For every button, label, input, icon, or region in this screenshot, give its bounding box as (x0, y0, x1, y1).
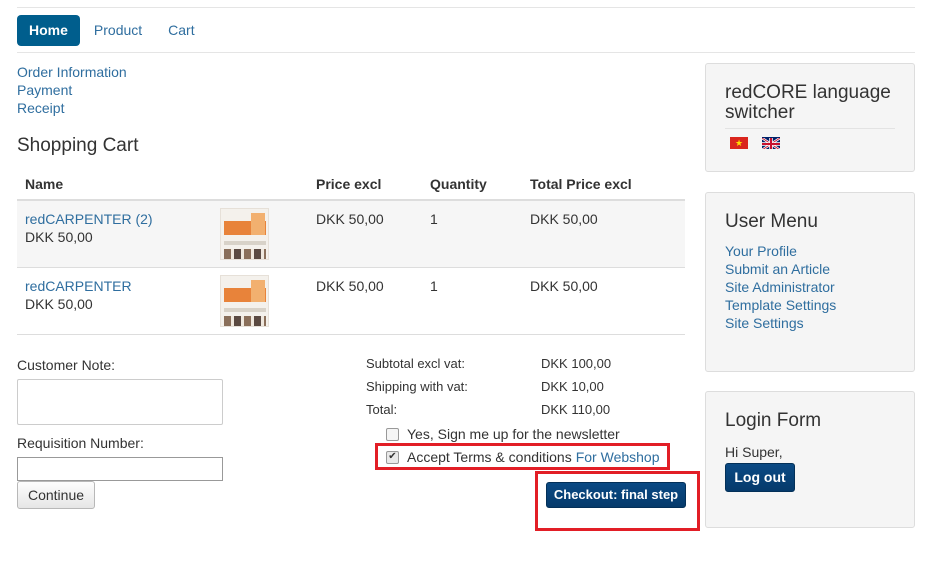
header-price: Price excl (316, 175, 382, 192)
total-cell: DKK 50,00 (530, 278, 598, 294)
product-cell: redCARPENTER (2) DKK 50,00 (25, 210, 153, 246)
shipping-label: Shipping with vat: (366, 379, 468, 394)
checkout-final-step-button[interactable]: Checkout: final step (546, 482, 686, 508)
continue-button[interactable]: Continue (17, 481, 95, 509)
product-thumbnail[interactable] (220, 208, 269, 260)
user-menu-list: Your Profile Submit an Article Site Admi… (725, 242, 914, 332)
product-cell: redCARPENTER DKK 50,00 (25, 277, 132, 313)
language-flags: ★ (730, 137, 914, 149)
step-payment[interactable]: Payment (17, 81, 127, 99)
terms-label: Accept Terms & conditions (407, 449, 572, 465)
requisition-label: Requisition Number: (17, 435, 144, 451)
nav-product[interactable]: Product (82, 15, 154, 45)
newsletter-option: Yes, Sign me up for the newsletter (386, 426, 620, 442)
table-header: Name Price excl Quantity Total Price exc… (17, 168, 685, 201)
header-total: Total Price excl (530, 175, 632, 192)
logout-button[interactable]: Log out (725, 463, 795, 492)
login-form-module: Login Form Hi Super, Log out (705, 391, 915, 528)
top-divider (17, 7, 915, 8)
menu-template-settings[interactable]: Template Settings (725, 296, 914, 314)
product-thumbnail[interactable] (220, 275, 269, 327)
customer-note-label: Customer Note: (17, 357, 116, 373)
table-row: redCARPENTER (2) DKK 50,00 DKK 50,00 1 D… (17, 201, 685, 268)
customer-note-field[interactable] (17, 379, 223, 425)
total-cell: DKK 50,00 (530, 211, 598, 227)
quantity-cell: 1 (430, 278, 438, 294)
requisition-number-field[interactable] (17, 457, 223, 481)
subtotal-value: DKK 100,00 (541, 356, 612, 371)
newsletter-label: Yes, Sign me up for the newsletter (407, 426, 620, 442)
nav-home[interactable]: Home (17, 14, 80, 46)
table-row: redCARPENTER DKK 50,00 DKK 50,00 1 DKK 5… (17, 268, 685, 335)
total-label: Total: (366, 402, 398, 417)
product-link[interactable]: redCARPENTER (25, 277, 132, 295)
menu-site-administrator[interactable]: Site Administrator (725, 278, 914, 296)
vietnam-flag-icon[interactable]: ★ (730, 137, 748, 149)
product-link[interactable]: redCARPENTER (2) (25, 210, 153, 228)
total-value: DKK 110,00 (541, 402, 611, 417)
step-receipt[interactable]: Receipt (17, 99, 127, 117)
nav-divider (17, 52, 915, 53)
price-cell: DKK 50,00 (316, 211, 384, 227)
terms-link[interactable]: For Webshop (576, 449, 660, 465)
product-unit-price: DKK 50,00 (25, 229, 93, 245)
nav-cart[interactable]: Cart (156, 15, 206, 45)
login-form-title: Login Form (725, 410, 822, 431)
uk-flag-icon[interactable] (762, 137, 780, 149)
user-menu-module: User Menu Your Profile Submit an Article… (705, 192, 915, 372)
newsletter-checkbox[interactable] (386, 427, 399, 441)
quantity-cell: 1 (430, 211, 438, 227)
language-switcher-module: redCORE language switcher ★ (705, 63, 915, 172)
step-order-information[interactable]: Order Information (17, 63, 127, 81)
subtotal-label: Subtotal excl vat: (366, 356, 465, 371)
price-cell: DKK 50,00 (316, 278, 384, 294)
terms-option: ✔ Accept Terms & conditions For Webshop (386, 449, 660, 465)
checkout-steps: Order Information Payment Receipt (17, 63, 127, 117)
menu-site-settings[interactable]: Site Settings (725, 314, 914, 332)
main-nav: Home Product Cart (17, 14, 209, 46)
menu-submit-article[interactable]: Submit an Article (725, 260, 914, 278)
cart-table: Name Price excl Quantity Total Price exc… (17, 168, 685, 335)
menu-your-profile[interactable]: Your Profile (725, 242, 914, 260)
terms-checkbox[interactable]: ✔ (386, 450, 399, 464)
header-quantity: Quantity (430, 175, 487, 192)
page-title: Shopping Cart (17, 135, 139, 156)
language-switcher-title: redCORE language switcher (725, 83, 895, 129)
product-unit-price: DKK 50,00 (25, 296, 93, 312)
shipping-value: DKK 10,00 (541, 379, 604, 394)
header-name: Name (25, 175, 64, 192)
user-menu-title: User Menu (725, 211, 818, 232)
login-greeting: Hi Super, (725, 444, 783, 460)
